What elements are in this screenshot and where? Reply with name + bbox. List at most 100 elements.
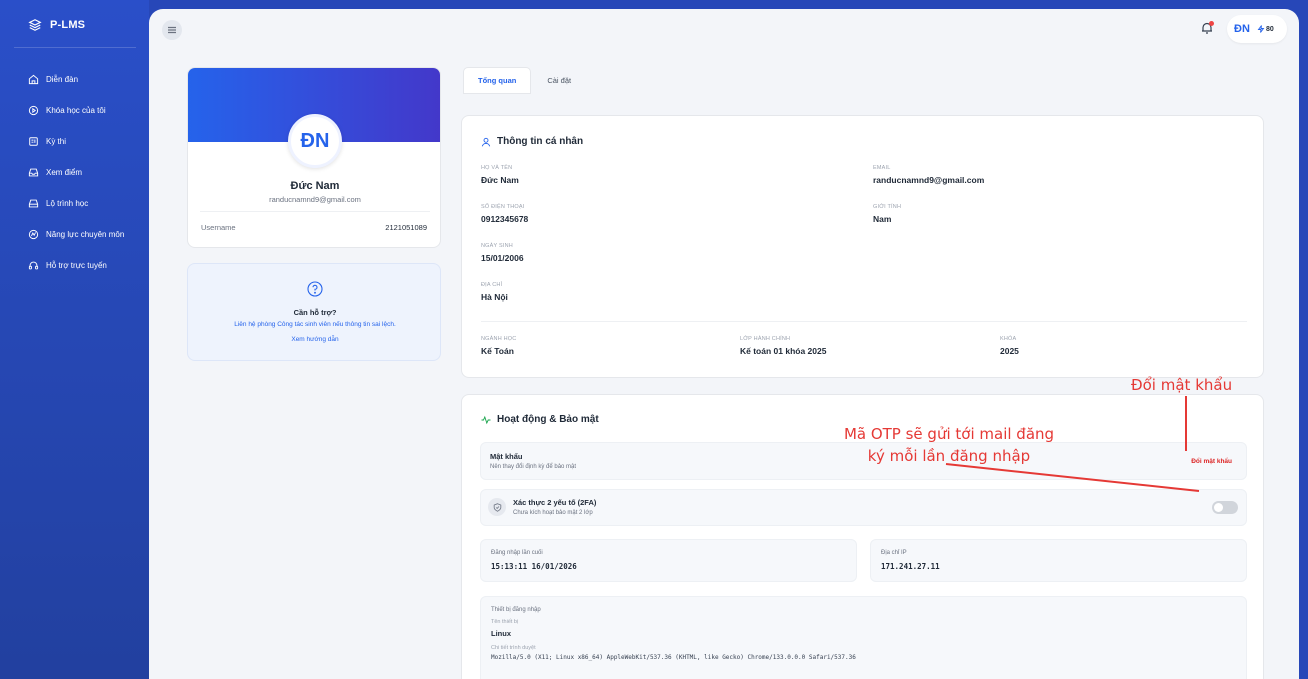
- field-value: 15/01/2006: [481, 253, 524, 263]
- field-value: 0912345678: [481, 214, 529, 224]
- field-label: Địa chỉ: [481, 282, 503, 288]
- twofa-toggle[interactable]: [1212, 501, 1238, 514]
- username-label: Username: [201, 223, 236, 232]
- sidebar-item-label: Khóa học của tôi: [46, 106, 106, 115]
- sidebar-item-exams[interactable]: Kỳ thi: [0, 126, 149, 157]
- sidebar-item-my-courses[interactable]: Khóa học của tôi: [0, 95, 149, 126]
- brand[interactable]: P-LMS: [28, 18, 85, 32]
- help-title: Cần hỗ trợ?: [293, 308, 337, 317]
- help-card: Cần hỗ trợ? Liên hệ phòng Công tác sinh …: [187, 263, 441, 361]
- inbox-icon: [28, 168, 39, 177]
- password-title: Mật khẩu: [490, 452, 523, 461]
- help-description: Liên hệ phòng Công tác sinh viên nếu thô…: [234, 321, 396, 328]
- sidebar-item-label: Năng lực chuyên môn: [46, 230, 125, 239]
- twofa-subtitle: Chưa kích hoạt bảo mật 2 lớp: [513, 510, 593, 516]
- ip-value: 171.241.27.11: [881, 562, 940, 571]
- field-label: Khóa: [1000, 336, 1017, 342]
- home-icon: [28, 74, 39, 85]
- field-value: Hà Nội: [481, 292, 508, 302]
- toggle-knob: [1214, 503, 1223, 512]
- shield-icon-wrap: [488, 498, 506, 516]
- field-label: Họ và tên: [481, 165, 513, 171]
- annotation-otp: Mã OTP sẽ gửi tới mail đăng ký mỗi lần đ…: [834, 423, 1064, 467]
- sidebar-item-forum[interactable]: Diễn đàn: [0, 64, 149, 95]
- field-email: Email randucnamnd9@gmail.com: [873, 165, 984, 185]
- brand-name: P-LMS: [50, 19, 86, 31]
- divider: [481, 321, 1247, 322]
- sidebar-item-label: Kỳ thi: [46, 137, 67, 146]
- browser-value: Mozilla/5.0 (X11; Linux x86_64) AppleWeb…: [491, 654, 856, 661]
- field-value: randucnamnd9@gmail.com: [873, 175, 985, 185]
- field-label: Số điện thoại: [481, 204, 525, 210]
- field-value: Đức Nam: [481, 175, 519, 185]
- user-menu-button[interactable]: ĐN 80: [1227, 15, 1287, 43]
- twofa-row: Xác thực 2 yếu tố (2FA) Chưa kích hoạt b…: [480, 489, 1247, 526]
- field-value: Nam: [873, 214, 892, 224]
- device-name-value: Linux: [491, 629, 511, 638]
- layers-icon: [28, 19, 42, 31]
- route-icon: [28, 199, 39, 208]
- play-circle-icon: [28, 105, 39, 116]
- sidebar-item-label: Diễn đàn: [46, 75, 79, 84]
- sidebar-item-roadmap[interactable]: Lộ trình học: [0, 188, 149, 219]
- user-icon: [481, 137, 491, 146]
- device-info: Thiết bị đăng nhập Tên thiết bị Linux Ch…: [491, 607, 856, 661]
- field-label: Ngành học: [481, 336, 517, 342]
- personal-info-card: Thông tin cá nhân Họ và tên Đức Nam Emai…: [461, 115, 1264, 378]
- security-title: Hoạt động & Bảo mật: [481, 414, 599, 425]
- notification-dot: [1209, 21, 1214, 26]
- sidebar-item-label: Xem điểm: [46, 168, 83, 177]
- section-title: Hoạt động & Bảo mật: [497, 414, 599, 425]
- last-login-label: Đăng nhập lần cuối: [491, 550, 543, 556]
- field-phone: Số điện thoại 0912345678: [481, 204, 528, 224]
- field-label: Ngày sinh: [481, 243, 513, 249]
- change-password-button[interactable]: Đổi mật khẩu: [1191, 458, 1232, 465]
- help-guide-link[interactable]: Xem hướng dẫn: [188, 336, 442, 343]
- field-address: Địa chỉ Hà Nội: [481, 282, 508, 302]
- password-text: Mật khẩu Nên thay đổi định kỳ để bảo mật: [490, 452, 576, 470]
- sidebar-item-grades[interactable]: Xem điểm: [0, 157, 149, 188]
- tab-overview[interactable]: Tổng quan: [463, 67, 532, 94]
- profile-card: ĐN Đức Nam randucnamnd9@gmail.com Userna…: [187, 67, 441, 248]
- personal-info-title: Thông tin cá nhân: [481, 136, 583, 147]
- activity-icon: [481, 415, 491, 424]
- field-fullname: Họ và tên Đức Nam: [481, 165, 519, 185]
- notification-button[interactable]: [1200, 21, 1214, 35]
- profile-email: randucnamnd9@gmail.com: [269, 195, 361, 204]
- field-gender: Giới tính Nam: [873, 204, 901, 224]
- headset-icon: [28, 261, 39, 270]
- last-login: Đăng nhập lần cuối 15:13:11 16/01/2026: [491, 550, 577, 571]
- last-login-value: 15:13:11 16/01/2026: [491, 562, 577, 571]
- field-value: Kế Toán: [481, 346, 514, 356]
- help-circle-icon: [307, 281, 323, 297]
- divider: [200, 211, 430, 212]
- hamburger-icon: [168, 26, 176, 34]
- sidebar-item-label: Lộ trình học: [46, 199, 89, 208]
- points-badge: 80: [1257, 25, 1274, 33]
- field-dob: Ngày sinh 15/01/2006: [481, 243, 524, 263]
- field-major: Ngành học Kế Toán: [481, 336, 516, 356]
- main-panel: ĐN 80 ĐN Đức Nam randucnamnd9@gmail.com …: [149, 9, 1299, 679]
- field-cohort: Khóa 2025: [1000, 336, 1019, 356]
- username-value: 2121051089: [385, 223, 427, 232]
- device-box: Thiết bị đăng nhập Tên thiết bị Linux Ch…: [480, 596, 1247, 679]
- twofa-title: Xác thực 2 yếu tố (2FA): [513, 498, 597, 507]
- sidebar: P-LMS Diễn đàn Khóa học của tôi Kỳ thi X…: [0, 0, 149, 679]
- profile-avatar: ĐN: [288, 114, 342, 168]
- shield-icon: [493, 502, 501, 512]
- section-title: Thông tin cá nhân: [497, 136, 584, 147]
- profile-name: Đức Nam: [290, 180, 340, 192]
- menu-toggle-button[interactable]: [162, 20, 182, 40]
- profile-tabs: Tổng quan Cài đặt: [463, 67, 585, 94]
- ip-label: Địa chỉ IP: [881, 550, 907, 556]
- lightning-icon: [1257, 25, 1265, 33]
- ip-address: Địa chỉ IP 171.241.27.11: [881, 550, 940, 571]
- sidebar-item-label: Hỗ trợ trực tuyến: [46, 261, 107, 270]
- divider: [14, 47, 136, 48]
- tab-settings[interactable]: Cài đặt: [533, 67, 585, 94]
- annotation-otp-line1: Mã OTP sẽ gửi tới mail đăng: [843, 425, 1055, 443]
- browser-label: Chi tiết trình duyệt: [491, 645, 536, 651]
- avatar: ĐN: [1234, 23, 1250, 35]
- sidebar-item-competency[interactable]: Năng lực chuyên môn: [0, 219, 149, 250]
- sidebar-item-support[interactable]: Hỗ trợ trực tuyến: [0, 250, 149, 281]
